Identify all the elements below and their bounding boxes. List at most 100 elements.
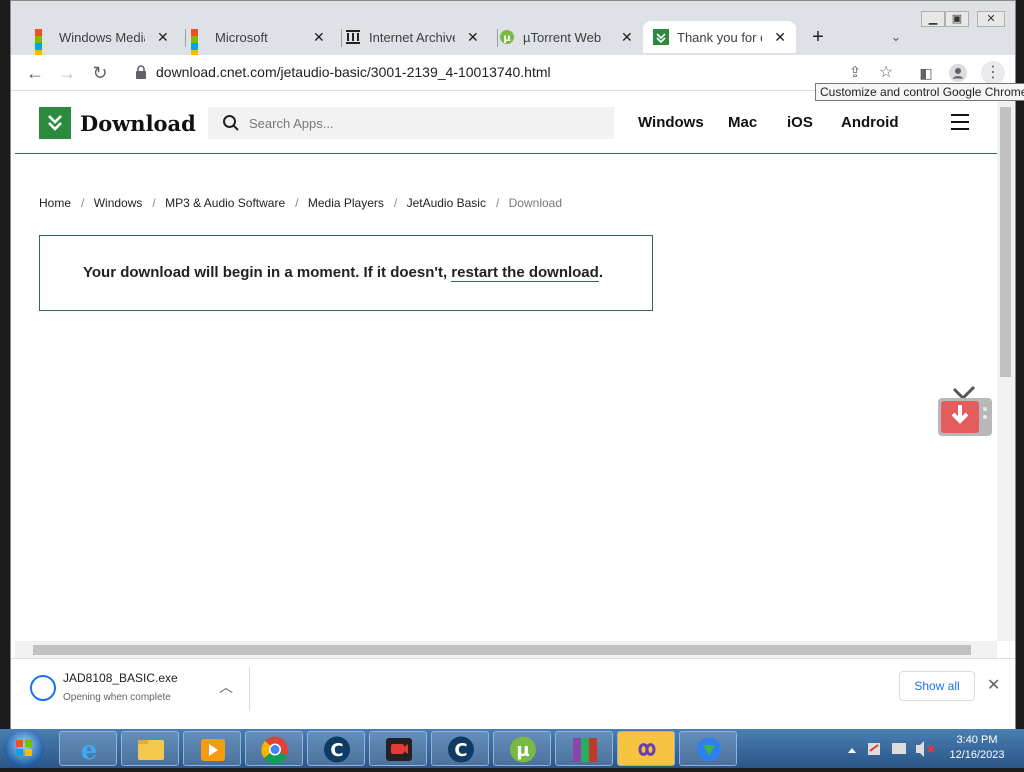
start-button[interactable] xyxy=(4,730,44,767)
vertical-scroll-thumb[interactable] xyxy=(1000,107,1011,377)
media-player-icon[interactable] xyxy=(183,731,241,766)
download-icon xyxy=(653,29,669,45)
svg-text:µ: µ xyxy=(503,33,511,44)
tab-microsoft[interactable]: Microsoft ✕ xyxy=(181,21,339,57)
forward-arrow-icon[interactable]: → xyxy=(55,61,79,85)
message-text: Your download will begin in a moment. If… xyxy=(83,264,452,281)
winrar-icon[interactable] xyxy=(555,731,613,766)
download-divider xyxy=(249,667,250,711)
utorrent-icon[interactable]: µ xyxy=(493,731,551,766)
download-status: Opening when complete xyxy=(63,692,171,703)
tv-download-icon[interactable] xyxy=(937,385,993,439)
breadcrumb-jetaudio[interactable]: JetAudio Basic xyxy=(407,196,486,210)
new-tab-button[interactable]: + xyxy=(806,25,830,49)
tab-thank-you[interactable]: Thank you for do ✕ xyxy=(643,21,796,53)
breadcrumb-separator: / xyxy=(81,196,85,210)
close-icon[interactable]: ✕ xyxy=(467,29,479,46)
close-window-button[interactable]: ✕ xyxy=(977,11,1005,27)
download-bar: JAD8108_BASIC.exe Opening when complete … xyxy=(11,658,1015,729)
profile-avatar-icon[interactable] xyxy=(946,61,970,85)
download-filename[interactable]: JAD8108_BASIC.exe xyxy=(63,671,178,685)
breadcrumb-separator: / xyxy=(495,196,500,210)
back-arrow-icon[interactable]: ← xyxy=(23,61,47,85)
address-bar[interactable]: download.cnet.com/jetaudio-basic/3001-21… xyxy=(156,64,551,80)
lock-icon[interactable] xyxy=(135,65,147,84)
nav-mac[interactable]: Mac xyxy=(728,114,757,131)
close-icon[interactable]: ✕ xyxy=(157,29,169,46)
download-progress-icon[interactable] xyxy=(30,675,56,701)
close-icon[interactable]: ✕ xyxy=(774,29,786,46)
breadcrumb-mp3-audio[interactable]: MP3 & Audio Software xyxy=(165,196,285,210)
side-panel-icon[interactable]: ◧ xyxy=(914,61,938,85)
nav-windows[interactable]: Windows xyxy=(638,114,704,131)
search-placeholder: Search Apps... xyxy=(249,116,334,131)
svg-text:C: C xyxy=(454,740,467,761)
close-icon[interactable]: ✕ xyxy=(621,29,633,46)
horizontal-scrollbar[interactable] xyxy=(15,641,997,658)
horizontal-scroll-thumb[interactable] xyxy=(33,645,971,655)
svg-text:µ: µ xyxy=(516,740,529,761)
system-tray xyxy=(848,731,938,766)
taskbar: e C C µ 3:40 PM 12/16/2023 xyxy=(0,729,1024,768)
tab-title: Microsoft xyxy=(215,29,268,45)
chevron-up-icon[interactable]: ︿ xyxy=(219,677,233,697)
download-message-box: Your download will begin in a moment. If… xyxy=(39,235,653,311)
tab-windows-media[interactable]: Windows Media ✕ xyxy=(25,21,183,57)
close-icon[interactable]: ✕ xyxy=(313,29,325,46)
breadcrumb-windows[interactable]: Windows xyxy=(94,196,143,210)
tab-search-button[interactable]: ⌄ xyxy=(884,25,908,49)
close-icon[interactable]: ✕ xyxy=(987,675,1000,695)
ccleaner-icon[interactable]: C xyxy=(431,731,489,766)
message-end: . xyxy=(598,264,603,281)
chrome-icon[interactable] xyxy=(245,731,303,766)
file-explorer-icon[interactable] xyxy=(121,731,179,766)
nav-android[interactable]: Android xyxy=(841,114,899,131)
nav-ios[interactable]: iOS xyxy=(787,114,813,131)
search-icon xyxy=(222,114,240,137)
tab-title: Thank you for do xyxy=(677,29,762,45)
breadcrumb-separator: / xyxy=(295,196,299,210)
web-page: Download Search Apps... Windows Mac iOS … xyxy=(15,91,997,641)
breadcrumb-current: Download xyxy=(508,196,563,210)
archive-icon xyxy=(345,29,361,45)
restore-button[interactable]: ▣ xyxy=(945,11,969,27)
download-logo-icon[interactable] xyxy=(39,107,71,139)
infinity-app-icon[interactable] xyxy=(617,731,675,766)
utorrent-icon: µ xyxy=(499,29,515,45)
search-input[interactable]: Search Apps... xyxy=(208,107,614,139)
tab-title: Windows Media xyxy=(59,29,145,45)
minimize-button[interactable]: ▁ xyxy=(921,11,945,27)
breadcrumb-separator: / xyxy=(152,196,156,210)
internet-explorer-icon[interactable]: e xyxy=(59,731,117,766)
screen-recorder-icon[interactable] xyxy=(369,731,427,766)
ccleaner-icon[interactable]: C xyxy=(307,731,365,766)
tab-title: µTorrent Web xyxy=(523,29,602,45)
breadcrumb-separator: / xyxy=(393,196,398,210)
show-all-button[interactable]: Show all xyxy=(899,671,975,701)
chrome-menu-button[interactable]: ⋮ xyxy=(981,61,1005,85)
clock-time: 3:40 PM xyxy=(956,734,998,746)
breadcrumb-media-players[interactable]: Media Players xyxy=(308,196,384,210)
vertical-scrollbar[interactable] xyxy=(997,91,1015,641)
microsoft-icon xyxy=(35,29,51,57)
internet-download-manager-icon[interactable] xyxy=(679,731,737,766)
reload-icon[interactable]: ↻ xyxy=(88,61,112,85)
microsoft-icon xyxy=(191,29,207,57)
hamburger-menu-icon[interactable] xyxy=(951,114,969,130)
tab-utorrent[interactable]: µ µTorrent Web ✕ xyxy=(489,21,647,53)
download-message: Your download will begin in a moment. If… xyxy=(83,264,603,282)
breadcrumb: Home / Windows / MP3 & Audio Software / Med… xyxy=(39,196,566,210)
tooltip: Customize and control Google Chrome xyxy=(815,83,1024,101)
restart-download-link[interactable]: restart the download xyxy=(451,264,599,282)
tab-strip: Windows Media ✕ Microsoft ✕ Internet Arc… xyxy=(11,1,1015,57)
breadcrumb-home[interactable]: Home xyxy=(39,196,71,210)
tab-internet-archive[interactable]: Internet Archive ✕ xyxy=(335,21,493,53)
system-clock[interactable]: 3:40 PM 12/16/2023 xyxy=(944,733,1010,763)
share-icon[interactable]: ⇪ xyxy=(843,61,867,85)
svg-text:C: C xyxy=(330,740,343,761)
browser-window: Windows Media ✕ Microsoft ✕ Internet Arc… xyxy=(10,0,1024,729)
svg-text:e: e xyxy=(81,736,98,766)
site-logo-text[interactable]: Download xyxy=(80,111,196,136)
star-icon[interactable]: ☆ xyxy=(874,61,898,85)
tab-title: Internet Archive xyxy=(369,29,455,45)
